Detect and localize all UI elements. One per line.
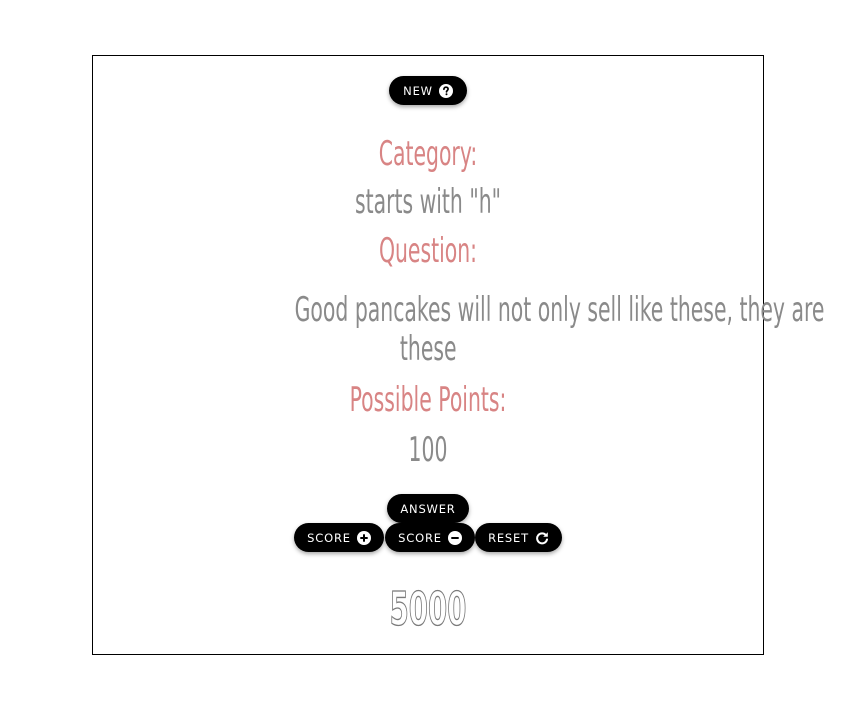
question-line-2: these (399, 329, 457, 369)
new-button-label: NEW (403, 83, 433, 98)
question-label: Question: (378, 231, 478, 271)
question-circle-icon (438, 83, 453, 98)
question-line-1: Good pancakes will not only sell like th… (294, 290, 825, 330)
score-plus-label: SCORE (307, 530, 351, 545)
plus-circle-icon (356, 530, 371, 545)
score-minus-label: SCORE (398, 530, 442, 545)
category-value: starts with "h" (354, 182, 502, 222)
minus-circle-icon (447, 530, 462, 545)
reset-button[interactable]: RESET (475, 523, 562, 552)
answer-button[interactable]: ANSWER (387, 494, 469, 523)
answer-button-label: ANSWER (400, 501, 456, 516)
score-plus-button[interactable]: SCORE (294, 523, 384, 552)
total-score: 5000 (389, 582, 467, 636)
category-label: Category: (378, 134, 478, 174)
question-text: Good pancakes will not only sell like th… (118, 291, 825, 369)
new-question-button[interactable]: NEW (389, 76, 467, 105)
game-card: NEW Category: starts with "h" Question: … (92, 55, 825, 655)
score-minus-button[interactable]: SCORE (385, 523, 475, 552)
possible-points-label: Possible Points: (349, 380, 507, 420)
redo-icon (535, 531, 549, 545)
reset-button-label: RESET (488, 530, 529, 545)
possible-points-value: 100 (408, 430, 448, 470)
